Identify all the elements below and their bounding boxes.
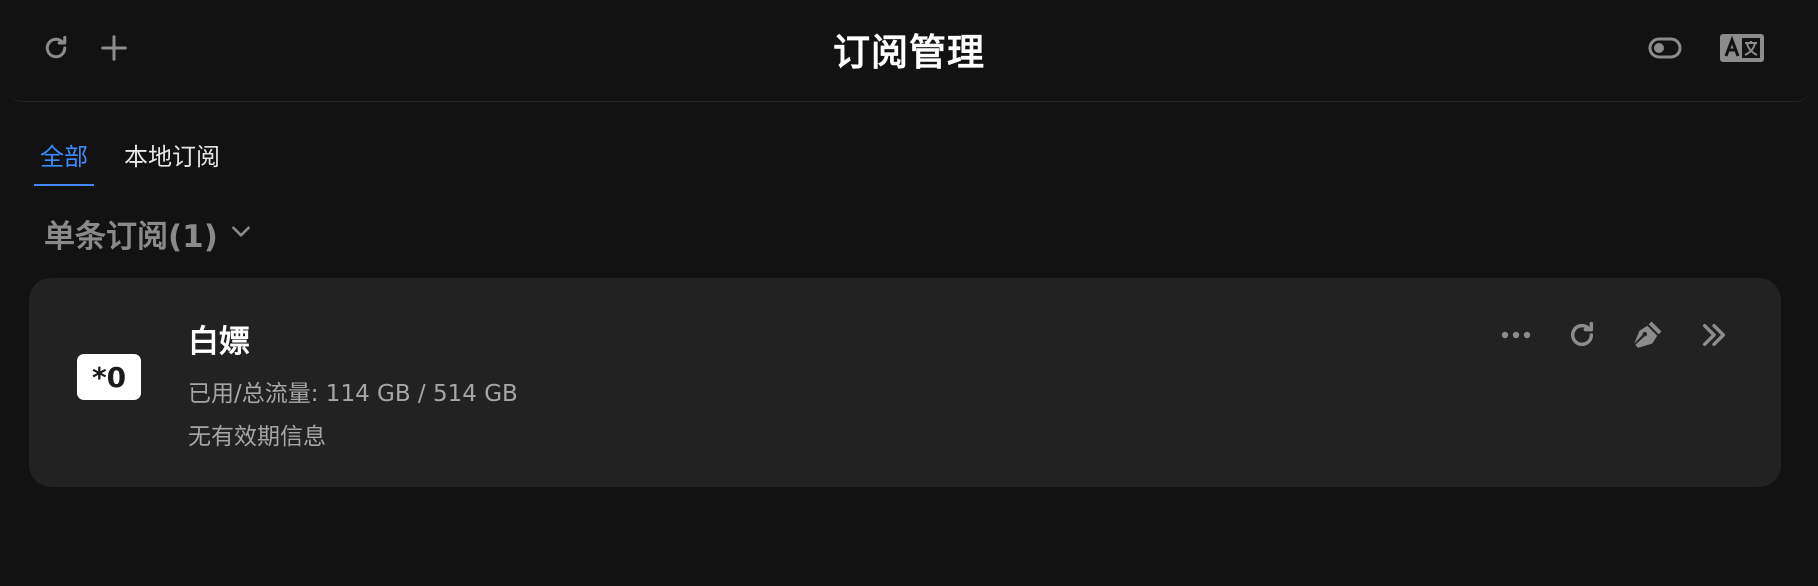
subscription-manager-page: 订阅管理 全部 本地订阅 单条订阅(1) *0 白嫖 已用/总流量: 114 G…	[0, 0, 1818, 586]
edit-pen-icon[interactable]	[1627, 314, 1669, 356]
tab-all[interactable]: 全部	[34, 140, 94, 186]
translate-icon[interactable]	[1718, 28, 1766, 68]
subscription-name: 白嫖	[188, 324, 250, 360]
top-bar: 订阅管理	[8, 0, 1810, 102]
refresh-icon[interactable]	[1561, 314, 1603, 356]
more-icon[interactable]	[1495, 314, 1537, 356]
card-actions	[1495, 314, 1735, 356]
tab-bar: 全部 本地订阅	[34, 140, 226, 186]
traffic-usage: 已用/总流量: 114 GB / 514 GB	[188, 381, 518, 407]
tab-local-subscriptions[interactable]: 本地订阅	[118, 140, 226, 186]
chevron-down-icon	[228, 218, 254, 248]
expiry-info: 无有效期信息	[188, 424, 326, 450]
group-title: 单条订阅(1)	[44, 218, 218, 255]
toggle-icon[interactable]	[1645, 28, 1685, 68]
page-title: 订阅管理	[833, 31, 985, 74]
subscription-card[interactable]: *0 白嫖 已用/总流量: 114 GB / 514 GB 无有效期信息	[29, 278, 1781, 487]
subscription-badge: *0	[77, 354, 141, 400]
double-chevron-right-icon[interactable]	[1693, 314, 1735, 356]
group-header[interactable]: 单条订阅(1)	[44, 210, 254, 256]
